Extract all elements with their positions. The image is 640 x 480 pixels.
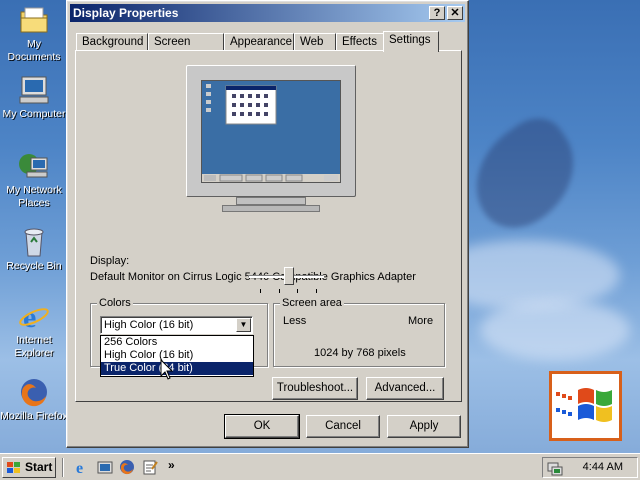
colors-group-title: Colors bbox=[97, 297, 133, 309]
windows-logo bbox=[549, 371, 622, 441]
ok-button[interactable]: OK bbox=[224, 414, 300, 439]
svg-text:e: e bbox=[76, 460, 83, 475]
colors-combobox[interactable]: High Color (16 bit) ▼ bbox=[100, 316, 253, 334]
title-bar[interactable]: Display Properties ? ✕ bbox=[70, 4, 465, 22]
screen-area-slider-thumb[interactable] bbox=[284, 267, 294, 285]
recycle-bin-icon bbox=[17, 226, 51, 258]
monitor-body bbox=[186, 65, 356, 197]
tab-background[interactable]: Background bbox=[76, 33, 148, 51]
close-button[interactable]: ✕ bbox=[447, 6, 463, 20]
window-title: Display Properties bbox=[73, 6, 179, 20]
desktop-icon-recycle-bin[interactable]: Recycle Bin bbox=[0, 226, 68, 273]
taskbar: Start e » 4:44 AM bbox=[0, 453, 640, 480]
help-button[interactable]: ? bbox=[429, 6, 445, 20]
screen-area-group-title: Screen area bbox=[280, 297, 344, 309]
desktop-icon-my-computer[interactable]: My Computer bbox=[0, 74, 68, 121]
show-desktop-icon[interactable] bbox=[97, 459, 113, 475]
slider-tick bbox=[316, 289, 317, 293]
desktop-icon-label: My Network Places bbox=[6, 184, 62, 209]
mouse-cursor-icon bbox=[160, 359, 174, 380]
monitor-screen bbox=[201, 80, 341, 183]
desktop-icon-internet-explorer[interactable]: e Internet Explorer bbox=[0, 300, 68, 360]
system-tray: 4:44 AM bbox=[542, 457, 638, 478]
tab-settings[interactable]: Settings bbox=[383, 31, 439, 52]
desktop-icon-label: Internet Explorer bbox=[14, 334, 54, 359]
notepad-quicklaunch-icon[interactable] bbox=[142, 459, 158, 475]
colors-selected-value: High Color (16 bit) bbox=[104, 319, 194, 331]
tab-screen-saver[interactable]: Screen Saver bbox=[148, 33, 224, 64]
taskbar-separator bbox=[62, 458, 64, 477]
tab-effects[interactable]: Effects bbox=[336, 33, 384, 51]
computer-icon bbox=[17, 74, 51, 106]
start-label: Start bbox=[25, 460, 53, 474]
ie-quicklaunch-icon[interactable]: e bbox=[74, 459, 90, 475]
folder-icon bbox=[17, 4, 51, 36]
slider-tick bbox=[297, 289, 298, 293]
monitor-preview bbox=[186, 65, 356, 213]
desktop-icon-firefox[interactable]: Mozilla Firefox bbox=[0, 376, 68, 423]
more-label: More bbox=[408, 315, 434, 327]
desktop-icon-label: My Documents bbox=[7, 38, 61, 63]
less-label: Less bbox=[283, 315, 307, 327]
windows-flag-icon bbox=[7, 462, 20, 473]
color-option-256[interactable]: 256 Colors bbox=[101, 336, 253, 349]
display-label: Display: bbox=[90, 255, 130, 267]
cancel-button[interactable]: Cancel bbox=[306, 415, 380, 438]
advanced-button[interactable]: Advanced... bbox=[366, 377, 444, 400]
slider-tick bbox=[260, 289, 261, 293]
clock[interactable]: 4:44 AM bbox=[583, 461, 623, 473]
firefox-icon bbox=[17, 376, 51, 408]
cloud bbox=[480, 300, 630, 360]
slider-tick bbox=[279, 289, 280, 293]
resolution-text: 1024 by 768 pixels bbox=[314, 347, 406, 359]
desktop-icon-label: Mozilla Firefox bbox=[0, 410, 68, 422]
display-properties-window: Display Properties ? ✕ Background Screen… bbox=[66, 0, 469, 448]
start-button[interactable]: Start bbox=[2, 457, 56, 478]
wallpaper-figure bbox=[454, 106, 596, 244]
colors-dropdown-list: 256 Colors High Color (16 bit) True Colo… bbox=[100, 335, 254, 377]
color-option-16bit[interactable]: High Color (16 bit) bbox=[101, 349, 253, 362]
troubleshoot-button[interactable]: Troubleshoot... bbox=[272, 377, 358, 400]
preview-desktop bbox=[202, 84, 340, 182]
apply-button[interactable]: Apply bbox=[387, 415, 461, 438]
chevron-down-icon[interactable]: ▼ bbox=[236, 318, 251, 332]
firefox-quicklaunch-icon[interactable] bbox=[119, 459, 135, 475]
tab-appearance[interactable]: Appearance bbox=[224, 33, 294, 51]
desktop-icon-my-documents[interactable]: My Documents bbox=[0, 4, 68, 64]
quicklaunch-chevron[interactable]: » bbox=[168, 458, 175, 472]
monitor-base bbox=[222, 205, 320, 212]
monitor-stand bbox=[236, 197, 306, 205]
network-icon bbox=[17, 150, 51, 182]
color-option-24bit[interactable]: True Color (24 bit) bbox=[101, 362, 253, 375]
network-tray-icon[interactable] bbox=[547, 460, 563, 476]
tab-web[interactable]: Web bbox=[294, 33, 336, 51]
ie-icon: e bbox=[17, 300, 51, 334]
desktop-icon-network[interactable]: My Network Places bbox=[0, 150, 68, 210]
desktop-icon-label: Recycle Bin bbox=[6, 260, 62, 272]
desktop-icon-label: My Computer bbox=[2, 108, 66, 120]
